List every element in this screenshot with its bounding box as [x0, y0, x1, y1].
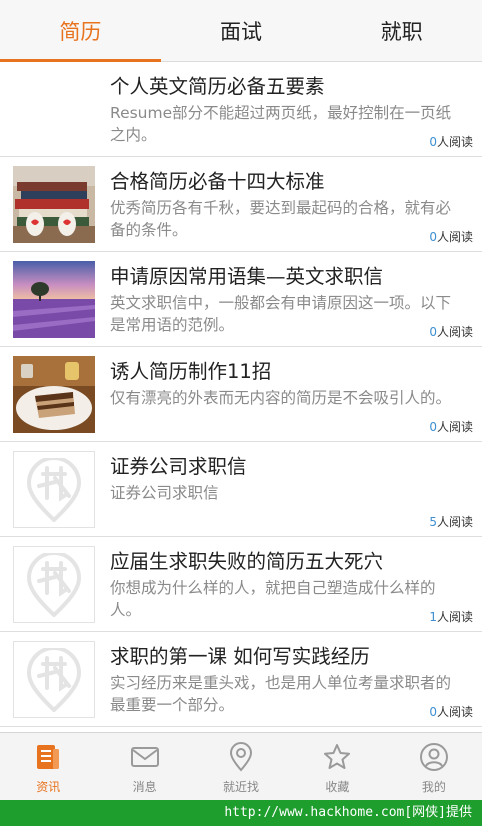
article-title: 证券公司求职信	[110, 455, 247, 478]
read-count: 5人阅读	[429, 513, 473, 530]
read-count-suffix: 人阅读	[436, 325, 473, 339]
star-icon	[324, 744, 351, 769]
nav-label: 就近找	[223, 780, 260, 794]
read-count: 0人阅读	[429, 418, 473, 435]
news-icon	[37, 745, 60, 769]
list-item[interactable]: 合格简历必备十四大标准 优秀简历各有千秋，要达到最起码的合格，就有必备的条件。 …	[0, 157, 482, 252]
list-item[interactable]: 证券公司求职信 证券公司求职信 5人阅读	[0, 442, 482, 537]
list-item[interactable]: 求职的第一课 如何写实践经历 实习经历来是重头戏，也是用人单位考量求职者的最重要…	[0, 632, 482, 727]
read-count-number: 0	[429, 135, 437, 149]
mail-icon	[130, 747, 159, 767]
nav-label: 我的	[421, 780, 446, 794]
list-item[interactable]: 诱人简历制作11招 仅有漂亮的外表而无内容的简历是不会吸引人的。 0人阅读	[0, 347, 482, 442]
read-count-suffix: 人阅读	[436, 135, 473, 149]
placeholder-thumbnail	[13, 546, 95, 623]
nav-label: 消息	[132, 780, 157, 794]
article-list: 个人英文简历必备五要素 Resume部分不能超过两页纸，最好控制在一页纸之内。 …	[0, 62, 482, 732]
read-count-number: 0	[429, 230, 437, 244]
article-title: 求职的第一课 如何写实践经历	[110, 645, 370, 668]
read-count-number: 0	[429, 325, 437, 339]
nav-messages[interactable]: 消息	[96, 733, 192, 800]
read-count-suffix: 人阅读	[436, 515, 473, 529]
top-tab-bar: 简历 面试 就职	[0, 0, 482, 62]
nav-news[interactable]: 资讯	[0, 733, 96, 800]
placeholder-thumbnail	[13, 641, 95, 718]
placeholder-thumbnail	[13, 451, 95, 528]
list-item[interactable]: 个人英文简历必备五要素 Resume部分不能超过两页纸，最好控制在一页纸之内。 …	[0, 62, 482, 157]
read-count-suffix: 人阅读	[436, 420, 473, 434]
cake-thumbnail	[13, 356, 95, 433]
article-title: 个人英文简历必备五要素	[110, 75, 325, 98]
read-count: 0人阅读	[429, 228, 473, 245]
bottom-navigation: 资讯 消息 就近找 收藏 我的	[0, 732, 482, 800]
read-count: 1人阅读	[429, 608, 473, 625]
nav-label: 资讯	[36, 780, 61, 794]
article-title: 申请原因常用语集—英文求职信	[110, 265, 384, 288]
user-icon	[419, 743, 448, 771]
tab-resume[interactable]: 简历	[0, 0, 161, 62]
article-summary: 证券公司求职信	[110, 484, 219, 502]
article-title: 诱人简历制作11招	[110, 360, 272, 383]
nav-favorites[interactable]: 收藏	[289, 733, 385, 800]
list-item[interactable]: 应届生求职失败的简历五大死穴 你想成为什么样的人，就把自己塑造成什么样的人。 1…	[0, 537, 482, 632]
nav-profile[interactable]: 我的	[386, 733, 482, 800]
watermark-banner: http://www.hackhome.com[网侠]提供	[0, 800, 482, 826]
article-summary: Resume部分不能超过两页纸，最好控制在一页纸之内。	[110, 104, 452, 144]
read-count-number: 5	[429, 515, 437, 529]
read-count-number: 1	[429, 610, 437, 624]
article-summary: 仅有漂亮的外表而无内容的简历是不会吸引人的。	[110, 389, 452, 407]
placeholder-logo-icon	[26, 647, 82, 712]
placeholder-logo-icon	[26, 552, 82, 617]
read-count-number: 0	[429, 705, 437, 719]
read-count-suffix: 人阅读	[436, 610, 473, 624]
books-thumbnail	[13, 166, 95, 243]
nav-label: 收藏	[325, 780, 350, 794]
read-count: 0人阅读	[429, 703, 473, 720]
article-title: 合格简历必备十四大标准	[110, 170, 325, 193]
article-title: 应届生求职失败的简历五大死穴	[110, 550, 384, 573]
tab-employment[interactable]: 就职	[321, 0, 482, 61]
list-item[interactable]: 申请原因常用语集—英文求职信 英文求职信中，一般都会有申请原因这一项。以下是常用…	[0, 252, 482, 347]
article-summary: 优秀简历各有千秋，要达到最起码的合格，就有必备的条件。	[110, 199, 452, 239]
article-summary: 英文求职信中，一般都会有申请原因这一项。以下是常用语的范例。	[110, 294, 452, 334]
read-count-suffix: 人阅读	[436, 230, 473, 244]
article-summary: 你想成为什么样的人，就把自己塑造成什么样的人。	[110, 579, 436, 619]
nav-nearby[interactable]: 就近找	[193, 733, 289, 800]
tab-interview[interactable]: 面试	[161, 0, 322, 61]
lavender-field-thumbnail	[13, 261, 95, 338]
location-pin-icon	[230, 742, 253, 772]
read-count-number: 0	[429, 420, 437, 434]
read-count: 0人阅读	[429, 133, 473, 150]
read-count-suffix: 人阅读	[436, 705, 473, 719]
article-summary: 实习经历来是重头戏，也是用人单位考量求职者的最重要一个部分。	[110, 674, 452, 714]
read-count: 0人阅读	[429, 323, 473, 340]
placeholder-logo-icon	[26, 457, 82, 522]
